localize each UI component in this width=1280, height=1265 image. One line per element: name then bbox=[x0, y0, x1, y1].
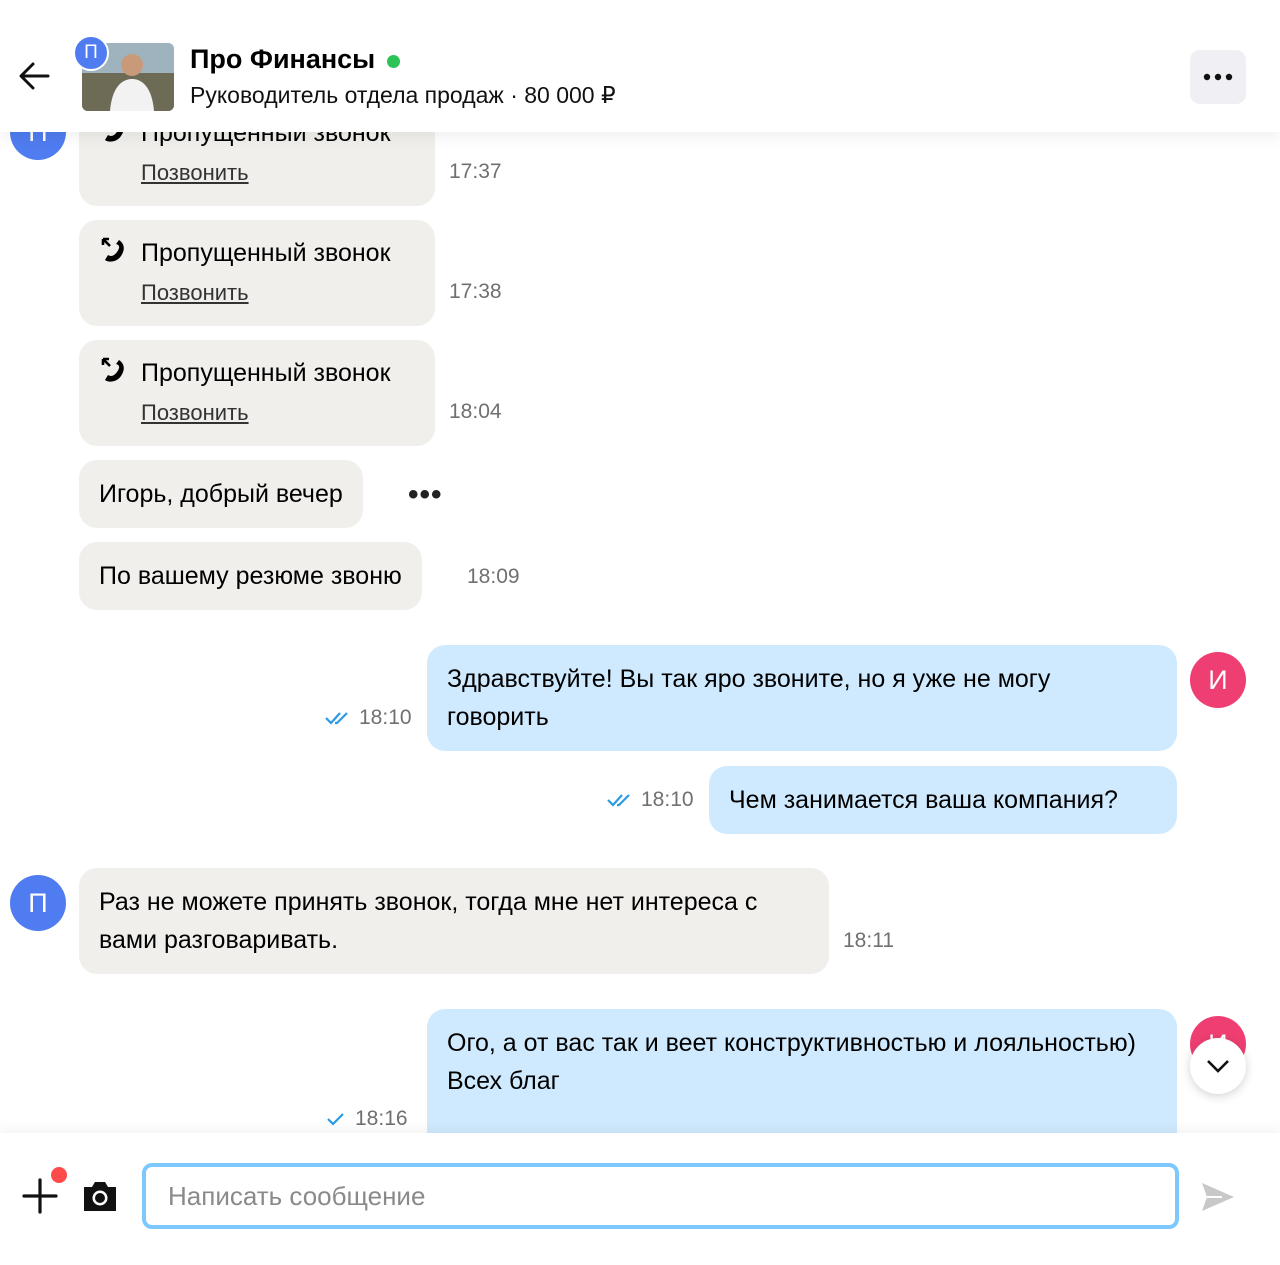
outgoing-message: Здравствуйте! Вы так яро звоните, но я у… bbox=[427, 645, 1177, 751]
scroll-down-button[interactable] bbox=[1190, 1038, 1246, 1094]
message-time: 18:11 bbox=[843, 929, 894, 952]
my-avatar: И bbox=[1190, 652, 1246, 708]
missed-call-bubble: Пропущенный звонок Позвонить bbox=[79, 340, 435, 446]
message-time: 18:10 bbox=[325, 706, 412, 730]
outgoing-message: Чем занимается ваша компания? bbox=[709, 766, 1177, 834]
outgoing-message: Ого, а от вас так и веет конструктивност… bbox=[427, 1009, 1177, 1133]
message-time: 17:38 bbox=[449, 280, 502, 303]
message-list[interactable]: П Пропущенный звонок Позвонить 17:37 Про… bbox=[0, 0, 1280, 1133]
missed-call-icon bbox=[101, 357, 124, 382]
company-avatar-badge: П bbox=[73, 35, 109, 71]
camera-icon[interactable] bbox=[80, 1177, 120, 1215]
plus-icon[interactable] bbox=[20, 1176, 60, 1216]
send-icon[interactable] bbox=[1198, 1177, 1238, 1217]
arrow-left-icon[interactable] bbox=[14, 56, 54, 96]
message-text: Игорь, добрый вечер bbox=[99, 480, 343, 508]
chat-header: П Про Финансы Руководитель отдела продаж… bbox=[0, 0, 1280, 132]
call-back-link[interactable]: Позвонить bbox=[141, 274, 249, 312]
more-options-button[interactable] bbox=[1190, 50, 1246, 104]
online-status-dot bbox=[387, 55, 401, 68]
missed-call-title: Пропущенный звонок bbox=[141, 359, 391, 387]
message-time: 18:09 bbox=[467, 565, 520, 588]
message-text: Раз не можете принять звонок, тогда мне … bbox=[99, 888, 758, 954]
message-input[interactable] bbox=[142, 1163, 1179, 1229]
check-icon bbox=[327, 1113, 344, 1126]
message-text: Ого, а от вас так и веет конструктивност… bbox=[447, 1029, 1136, 1057]
incoming-message: Раз не можете принять звонок, тогда мне … bbox=[79, 868, 829, 974]
message-text: Чем занимается ваша компания? bbox=[729, 786, 1118, 814]
vacancy-subtitle[interactable]: Руководитель отдела продаж · 80 000 ₽ bbox=[190, 82, 616, 109]
message-time: 17:37 bbox=[449, 160, 502, 183]
message-time: 18:10 bbox=[607, 788, 694, 812]
double-check-icon bbox=[325, 712, 348, 725]
incoming-message: По вашему резюме звоню bbox=[79, 542, 422, 610]
message-text: Всех благ bbox=[447, 1067, 560, 1095]
message-time: 18:04 bbox=[449, 400, 502, 423]
message-time: 18:16 bbox=[325, 1107, 408, 1131]
message-actions-icon[interactable]: ••• bbox=[408, 478, 443, 512]
call-back-link[interactable]: Позвонить bbox=[141, 154, 249, 192]
chevron-down-icon bbox=[1207, 1060, 1229, 1073]
missed-call-bubble: Пропущенный звонок Позвонить bbox=[79, 220, 435, 326]
missed-call-title: Пропущенный звонок bbox=[141, 239, 391, 267]
incoming-message: Игорь, добрый вечер bbox=[79, 460, 363, 528]
double-check-icon bbox=[607, 794, 630, 807]
message-composer bbox=[0, 1133, 1280, 1265]
notification-dot bbox=[51, 1167, 67, 1183]
more-horizontal-icon bbox=[1203, 73, 1233, 81]
missed-call-icon bbox=[101, 237, 124, 262]
chat-title[interactable]: Про Финансы bbox=[190, 44, 401, 75]
message-text: По вашему резюме звоню bbox=[99, 562, 402, 590]
call-back-link[interactable]: Позвонить bbox=[141, 394, 249, 432]
sender-avatar: П bbox=[10, 875, 66, 931]
message-text: Здравствуйте! Вы так яро звоните, но я у… bbox=[447, 665, 1051, 731]
